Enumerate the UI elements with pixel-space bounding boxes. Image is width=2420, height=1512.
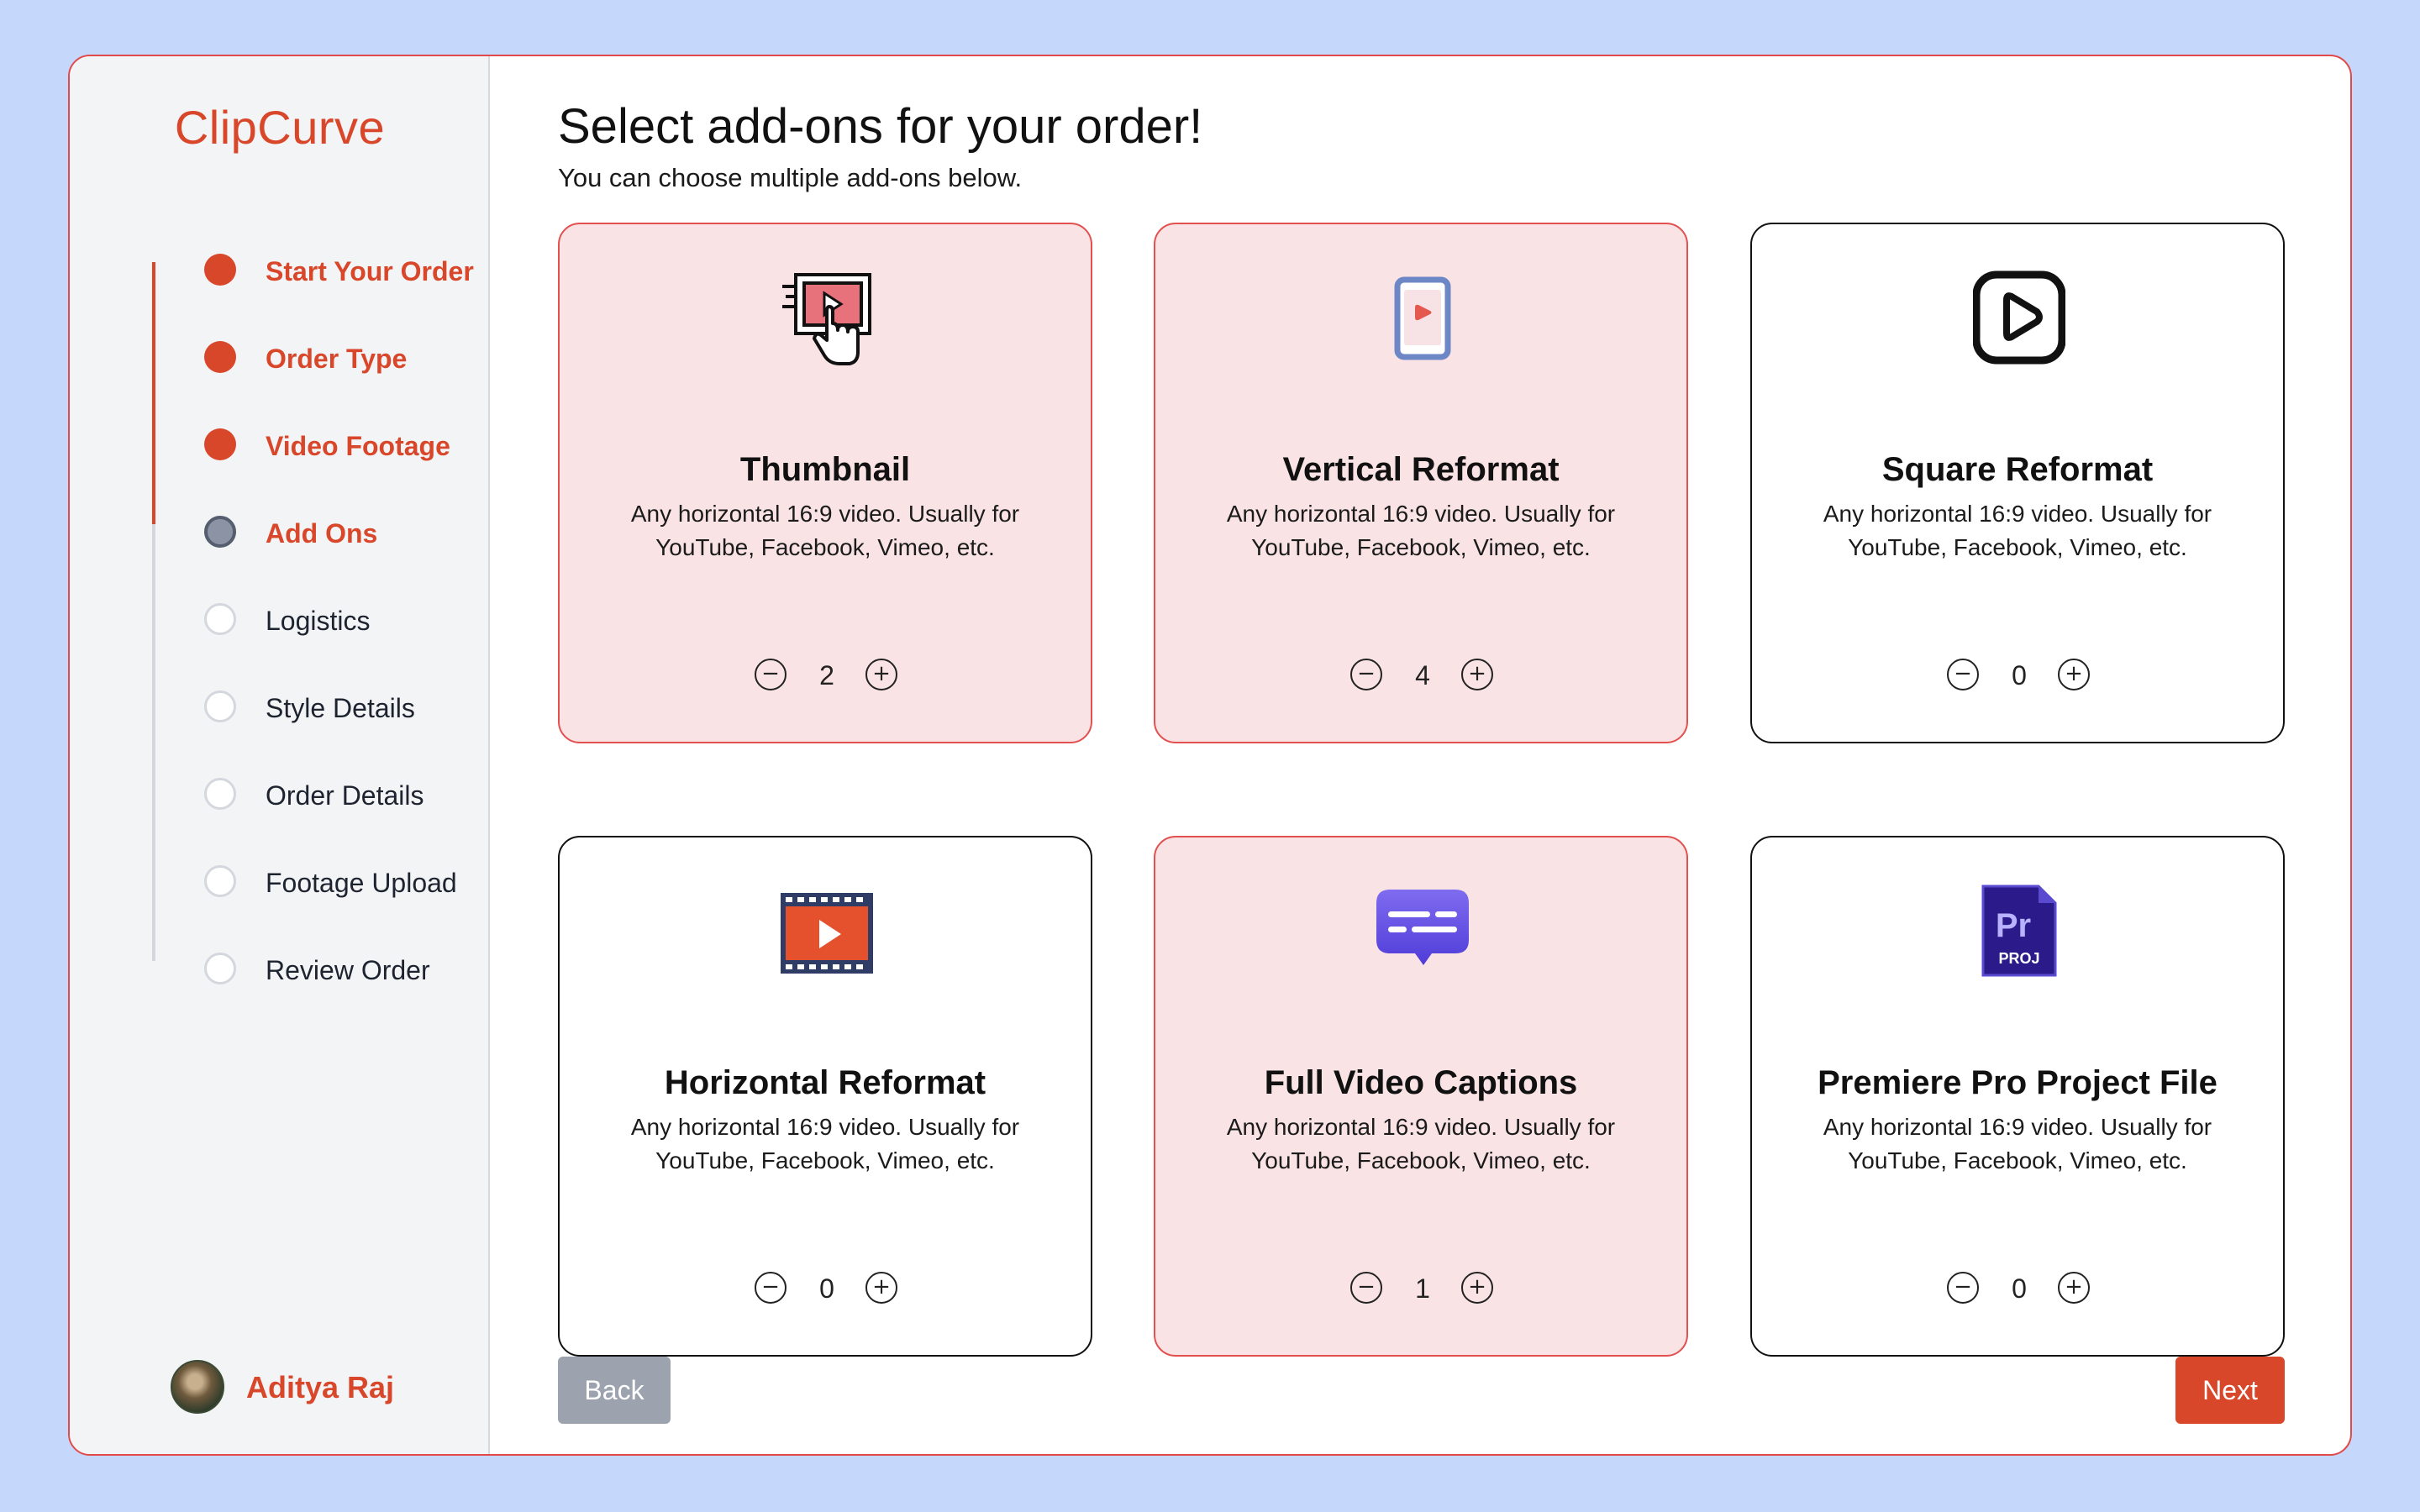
step-logistics[interactable]: Logistics xyxy=(137,596,473,646)
step-label: Add Ons xyxy=(266,518,378,549)
quantity-stepper: − 0 + xyxy=(1752,1272,2283,1307)
addon-description: Any horizontal 16:9 video. Usually for Y… xyxy=(1226,1114,1616,1173)
premiere-proj-icon: Pr PROJ xyxy=(1981,885,2057,977)
addon-description: Any horizontal 16:9 video. Usually for Y… xyxy=(1823,1114,2212,1173)
quantity-value: 1 xyxy=(1415,1273,1430,1304)
quantity-value: 2 xyxy=(819,660,834,690)
step-label: Order Details xyxy=(266,780,424,811)
quantity-value: 4 xyxy=(1415,660,1430,690)
step-order-details[interactable]: Order Details xyxy=(137,770,473,821)
step-label: Style Details xyxy=(266,693,415,723)
step-label: Logistics xyxy=(266,606,371,636)
addon-title: Thumbnail xyxy=(739,451,911,488)
decrement-button[interactable]: − xyxy=(1350,659,1382,690)
addon-card-square-reformat[interactable]: Square Reformat Any horizontal 16:9 vide… xyxy=(1750,223,2285,743)
quantity-stepper: − 4 + xyxy=(1155,659,1686,694)
addon-description: Any horizontal 16:9 video. Usually for Y… xyxy=(1226,501,1616,560)
back-button[interactable]: Back xyxy=(558,1357,671,1424)
increment-button[interactable]: + xyxy=(1461,1272,1493,1304)
step-add-ons[interactable]: Add Ons xyxy=(137,508,473,559)
step-dot xyxy=(204,516,236,548)
quantity-value: 0 xyxy=(2012,660,2027,690)
addon-title: Horizontal Reformat xyxy=(664,1064,986,1101)
step-dot xyxy=(204,953,236,984)
quantity-stepper: − 0 + xyxy=(1752,659,2283,694)
addon-card-full-video-captions[interactable]: Full Video Captions Any horizontal 16:9 … xyxy=(1154,836,1688,1357)
avatar xyxy=(171,1360,224,1414)
step-dot xyxy=(204,341,236,373)
addon-card-vertical-reformat[interactable]: Vertical Reformat Any horizontal 16:9 vi… xyxy=(1154,223,1688,743)
premiere-icon-label: Pr xyxy=(1996,907,2031,944)
decrement-button[interactable]: − xyxy=(1350,1272,1382,1304)
addon-title: Square Reformat xyxy=(1881,451,2154,488)
decrement-button[interactable]: − xyxy=(1947,1272,1979,1304)
quantity-stepper: − 1 + xyxy=(1155,1272,1686,1307)
step-dot xyxy=(204,603,236,635)
addon-card-thumbnail[interactable]: Thumbnail Any horizontal 16:9 video. Usu… xyxy=(558,223,1092,743)
sidebar: ClipCurve Start Your Order Order Type Vi… xyxy=(70,56,490,1454)
increment-button[interactable]: + xyxy=(2058,1272,2090,1304)
step-start-your-order[interactable]: Start Your Order xyxy=(137,246,474,297)
step-style-details[interactable]: Style Details xyxy=(137,683,473,733)
step-label: Footage Upload xyxy=(266,868,457,898)
step-label: Review Order xyxy=(266,955,430,985)
step-dot xyxy=(204,428,236,460)
step-dot xyxy=(204,865,236,897)
step-label: Video Footage xyxy=(266,431,450,461)
user-name: Aditya Raj xyxy=(246,1370,395,1404)
next-button[interactable]: Next xyxy=(2175,1357,2285,1424)
decrement-button[interactable]: − xyxy=(755,659,786,690)
step-dot xyxy=(204,690,236,722)
addon-title: Premiere Pro Project File xyxy=(1818,1064,2217,1101)
increment-button[interactable]: + xyxy=(865,659,897,690)
phone-video-icon xyxy=(1394,276,1451,360)
increment-button[interactable]: + xyxy=(1461,659,1493,690)
step-dot xyxy=(204,254,236,286)
step-order-type[interactable]: Order Type xyxy=(137,333,473,384)
quantity-value: 0 xyxy=(2012,1273,2027,1304)
step-label: Order Type xyxy=(266,344,408,374)
play-square-icon xyxy=(1973,270,2065,365)
addon-card-horizontal-reformat[interactable]: Horizontal Reformat Any horizontal 16:9 … xyxy=(558,836,1092,1357)
step-video-footage[interactable]: Video Footage xyxy=(137,421,473,471)
main-content: Select add-ons for your order! You can c… xyxy=(490,56,2350,1454)
decrement-button[interactable]: − xyxy=(755,1272,786,1304)
premiere-icon-sublabel: PROJ xyxy=(1998,950,2039,967)
addon-description: Any horizontal 16:9 video. Usually for Y… xyxy=(1823,501,2212,560)
quantity-value: 0 xyxy=(819,1273,834,1304)
app-logo: ClipCurve xyxy=(174,101,386,154)
page-title: Select add-ons for your order! xyxy=(558,99,1203,154)
quantity-stepper: − 2 + xyxy=(560,659,1091,694)
step-label: Start Your Order xyxy=(266,256,474,286)
decrement-button[interactable]: − xyxy=(1947,659,1979,690)
film-strip-icon xyxy=(781,893,873,974)
step-dot xyxy=(204,778,236,810)
increment-button[interactable]: + xyxy=(2058,659,2090,690)
user-profile[interactable]: Aditya Raj xyxy=(171,1360,473,1415)
quantity-stepper: − 0 + xyxy=(560,1272,1091,1307)
addon-description: Any horizontal 16:9 video. Usually for Y… xyxy=(630,1114,1020,1173)
addon-description: Any horizontal 16:9 video. Usually for Y… xyxy=(630,501,1020,560)
addon-card-premiere-pro-project-file[interactable]: Pr PROJ Premiere Pro Project File Any ho… xyxy=(1750,836,2285,1357)
page-subtitle: You can choose multiple add-ons below. xyxy=(558,163,1023,192)
thumbnail-click-icon xyxy=(782,273,871,365)
addon-title: Full Video Captions xyxy=(1264,1064,1578,1101)
step-review-order[interactable]: Review Order xyxy=(137,945,473,995)
app-window: ClipCurve Start Your Order Order Type Vi… xyxy=(68,55,2352,1456)
addon-title: Vertical Reformat xyxy=(1282,451,1560,488)
step-footage-upload[interactable]: Footage Upload xyxy=(137,858,473,908)
captions-bubble-icon xyxy=(1376,890,1469,965)
increment-button[interactable]: + xyxy=(865,1272,897,1304)
